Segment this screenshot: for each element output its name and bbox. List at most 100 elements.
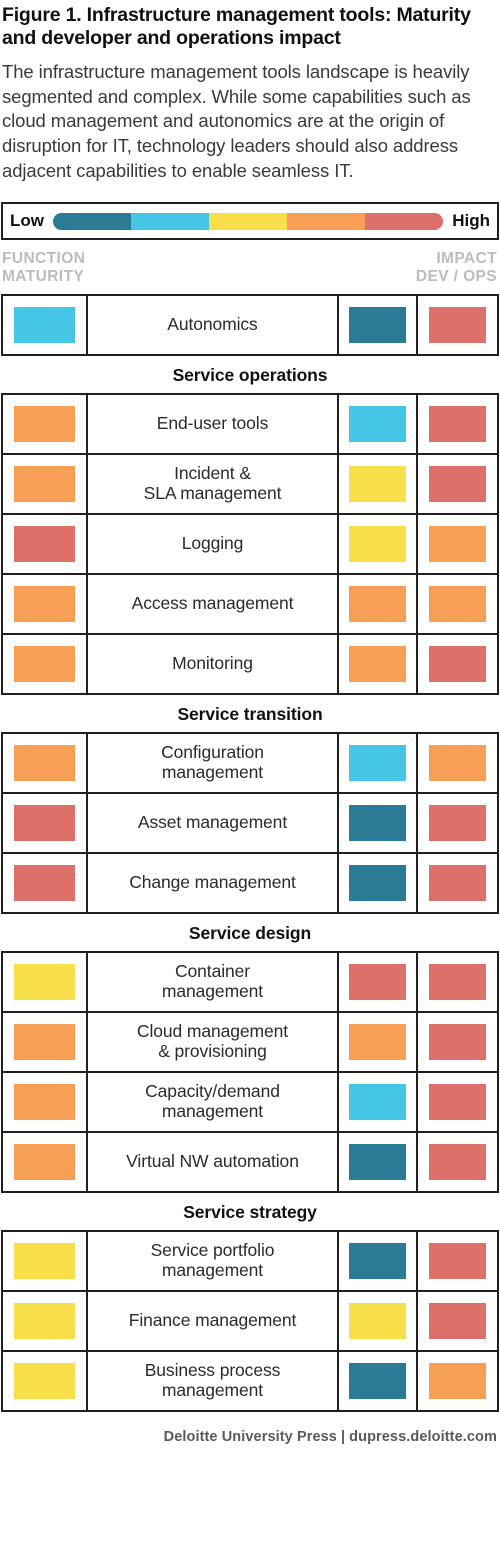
section-title: Service strategy [183,1202,317,1223]
table-row[interactable]: Configuration management [3,734,497,795]
function-maturity-swatch [14,1243,75,1280]
figure-title: Figure 1. Infrastructure management tool… [2,4,471,49]
function-label-cell: Cloud management & provisioning [88,1013,339,1072]
function-label: Cloud management & provisioning [136,1021,289,1062]
impact-ops-swatch [429,1243,486,1280]
function-label-cell: Service portfolio management [88,1232,339,1291]
table-row[interactable]: Service portfolio management [3,1232,497,1293]
function-maturity-cell [3,1073,88,1132]
legend-gradient-bar [53,212,444,230]
table-row[interactable]: Change management [3,854,497,913]
function-label: Asset management [137,812,288,833]
function-maturity-swatch [14,1084,75,1121]
impact-ops-swatch [429,406,486,443]
function-maturity-swatch [14,805,75,842]
impact-ops-cell [418,455,497,513]
table-row[interactable]: Autonomics [3,296,497,355]
function-maturity-swatch [14,406,75,443]
impact-dev-cell [339,1292,418,1351]
impact-dev-swatch [349,805,406,842]
impact-ops-swatch [429,964,486,1001]
function-maturity-cell [3,1232,88,1291]
table-row[interactable]: Finance management [3,1292,497,1353]
function-label-cell: Capacity/demand management [88,1073,339,1132]
impact-dev-swatch [349,1243,406,1280]
impact-ops-cell [418,1013,497,1071]
impact-dev-cell [339,794,418,853]
impact-ops-cell [418,734,497,792]
function-maturity-swatch [14,1144,75,1181]
impact-ops-swatch [429,307,486,344]
impact-ops-cell [418,1352,497,1410]
function-maturity-cell [3,515,88,574]
impact-dev-swatch [349,1144,406,1181]
function-maturity-cell [3,296,88,355]
impact-ops-swatch [429,865,486,902]
table-row[interactable]: Cloud management & provisioning [3,1013,497,1074]
impact-dev-cell [339,734,418,793]
function-label: Finance management [128,1310,297,1331]
impact-dev-swatch [349,406,406,443]
matrix-table: Service portfolio management Finance mana… [1,1230,499,1413]
impact-dev-cell [339,1133,418,1192]
impact-dev-swatch [349,1363,406,1400]
impact-dev-swatch [349,1303,406,1340]
impact-ops-cell [418,575,497,633]
impact-ops-swatch [429,805,486,842]
footer-separator: | [340,1429,346,1446]
matrix-table: Container management Cloud management & p… [1,951,499,1194]
function-label-cell: Asset management [88,794,339,853]
function-maturity-cell [3,1133,88,1192]
function-label: Container management [161,961,264,1002]
function-maturity-swatch [14,646,75,683]
legend: Low High [1,202,499,241]
function-label-cell: Finance management [88,1292,339,1351]
table-row[interactable]: Business process management [3,1352,497,1411]
function-label-cell: Virtual NW automation [88,1133,339,1192]
function-label: Capacity/demand management [145,1081,280,1122]
table-row[interactable]: Access management [3,575,497,636]
table-row[interactable]: End-user tools [3,395,497,456]
impact-ops-cell [418,1133,497,1191]
footer: Deloitte University Press | dupress.deloit… [0,1412,500,1445]
function-label-cell: Autonomics [88,296,339,355]
impact-dev-swatch [349,964,406,1001]
impact-dev-swatch [349,307,406,344]
function-maturity-swatch [14,865,75,902]
impact-dev-cell [339,635,418,694]
impact-dev-cell [339,1013,418,1072]
function-maturity-swatch [14,745,75,782]
legend-segment-3 [209,212,288,230]
table-row[interactable]: Monitoring [3,635,497,694]
function-label: Monitoring [172,653,253,674]
function-maturity-swatch [14,1303,75,1340]
footer-url[interactable]: dupress.deloitte.com [349,1429,497,1445]
impact-dev-cell [339,455,418,514]
impact-dev-cell [339,1352,418,1411]
matrix-table: End-user tools Incident & SLA management L… [1,393,499,696]
legend-high-label: High [452,211,490,231]
impact-dev-swatch [349,466,406,503]
table-row[interactable]: Asset management [3,794,497,855]
section-title: Service design [188,923,312,944]
function-maturity-swatch [14,586,75,623]
function-maturity-cell [3,953,88,1012]
impact-ops-swatch [429,1084,486,1121]
function-label-cell: End-user tools [88,395,339,454]
figure-container: Figure 1. Infrastructure management tool… [0,0,500,1445]
impact-ops-cell [418,1073,497,1131]
impact-ops-swatch [429,586,486,623]
function-maturity-swatch [14,1363,75,1400]
impact-dev-cell [339,395,418,454]
table-row[interactable]: Container management [3,953,497,1014]
impact-dev-cell [339,854,418,913]
matrix-table: Configuration management Asset management… [1,732,499,915]
table-row[interactable]: Capacity/demand management [3,1073,497,1134]
function-label: Autonomics [167,314,258,335]
table-row[interactable]: Virtual NW automation [3,1133,497,1192]
table-row[interactable]: Incident & SLA management [3,455,497,516]
table-row[interactable]: Logging [3,515,497,576]
matrix-table: Autonomics [1,294,499,357]
impact-dev-cell [339,953,418,1012]
impact-ops-cell [418,1292,497,1350]
